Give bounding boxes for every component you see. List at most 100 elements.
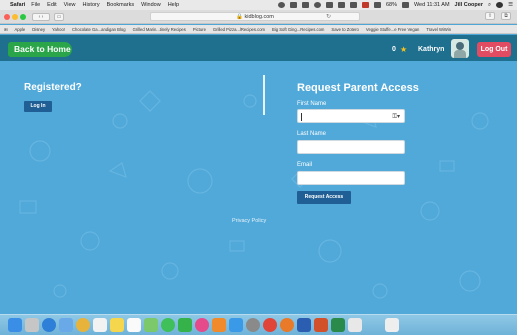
email-label: Email — [297, 162, 313, 168]
user-menu[interactable]: Jill Cooper — [455, 2, 483, 8]
maps-icon[interactable] — [144, 318, 158, 332]
zoom-window-button[interactable] — [20, 13, 26, 20]
safari-icon[interactable] — [42, 318, 56, 332]
messages-icon[interactable] — [161, 318, 175, 332]
avatar-head — [456, 42, 464, 50]
back-forward-buttons[interactable]: ‹ › — [32, 12, 50, 21]
site-header: Back to Home 0 ★ Kathryn Log Out — [0, 35, 517, 61]
finder-icon[interactable] — [8, 318, 22, 332]
menu-view[interactable]: View — [64, 2, 76, 8]
request-parent-access-heading: Request Parent Access — [297, 82, 419, 94]
bookmark-item[interactable]: Apple — [15, 27, 26, 32]
reminders-icon[interactable] — [127, 318, 141, 332]
tabs-overview-icon[interactable]: ⧉ — [501, 12, 511, 20]
trash-icon[interactable] — [385, 318, 399, 332]
chrome-icon[interactable] — [263, 318, 277, 332]
first-name-field[interactable]: ⚿▾ — [297, 109, 405, 123]
bookmarks-grid-icon[interactable]: ⊞ — [4, 27, 8, 32]
main-content: Registered? Log In Request Parent Access… — [0, 61, 517, 314]
app-store-icon[interactable] — [229, 318, 243, 332]
background-pattern — [19, 90, 489, 299]
lock-icon: 🔒 — [236, 14, 243, 20]
photos-icon[interactable] — [76, 318, 90, 332]
bookmark-item[interactable]: Chocolate Ga...andigan Blog — [72, 27, 126, 32]
system-preferences-icon[interactable] — [246, 318, 260, 332]
minimize-window-button[interactable] — [12, 13, 18, 20]
privacy-policy-link[interactable]: Privacy Policy — [232, 218, 266, 224]
powerpoint-icon[interactable] — [314, 318, 328, 332]
status-app-icon[interactable] — [301, 2, 309, 8]
preview-icon[interactable] — [348, 318, 362, 332]
volume-icon[interactable] — [373, 2, 381, 8]
star-icon: ★ — [400, 45, 408, 54]
flag-icon[interactable] — [361, 2, 369, 8]
wifi-icon[interactable] — [349, 2, 357, 8]
password-key-icon[interactable]: ⚿▾ — [392, 113, 400, 121]
itunes-icon[interactable] — [195, 318, 209, 332]
bookmark-item[interactable]: Grilled Pizza...lRecipes.com — [213, 27, 265, 32]
bookmark-item[interactable]: Big Soft Ging...Recipes.com — [272, 27, 324, 32]
avatar[interactable] — [451, 39, 469, 58]
word-icon[interactable] — [297, 318, 311, 332]
request-access-button[interactable]: Request Access — [297, 191, 351, 204]
registered-heading: Registered? — [24, 82, 82, 93]
firefox-icon[interactable] — [280, 318, 294, 332]
reload-icon[interactable]: ↻ — [326, 13, 331, 21]
menu-edit[interactable]: Edit — [47, 2, 56, 8]
email-field[interactable] — [297, 171, 405, 185]
menu-bookmarks[interactable]: Bookmarks — [107, 2, 135, 8]
notification-center-icon[interactable]: ☰ — [508, 2, 513, 8]
bookmark-item[interactable]: Disney — [32, 27, 45, 32]
menu-window[interactable]: Window — [141, 2, 161, 8]
avatar-body — [454, 50, 466, 58]
points-count: 0 — [392, 46, 396, 53]
text-caret — [301, 113, 302, 121]
ibooks-icon[interactable] — [212, 318, 226, 332]
launchpad-icon[interactable] — [25, 318, 39, 332]
mail-icon[interactable] — [59, 318, 73, 332]
browser-toolbar: ‹ › ▭ 🔒 kidblog.com ↻ ⇪ ⧉ — [0, 10, 517, 24]
menu-help[interactable]: Help — [168, 2, 179, 8]
log-in-button[interactable]: Log In — [24, 101, 52, 112]
battery-icon[interactable] — [401, 2, 409, 8]
calendar-icon[interactable] — [93, 318, 107, 332]
battery-percent[interactable]: 68% — [386, 2, 397, 8]
bookmark-item[interactable]: Picture — [193, 27, 206, 32]
status-app-icon[interactable] — [313, 2, 321, 8]
excel-icon[interactable] — [331, 318, 345, 332]
bookmark-item[interactable]: Yahoo! — [52, 27, 65, 32]
back-to-home-button[interactable]: Back to Home — [8, 42, 72, 57]
share-icon[interactable]: ⇪ — [485, 12, 495, 20]
dock — [0, 314, 517, 335]
sidebar-toggle-icon[interactable]: ▭ — [54, 12, 64, 21]
facetime-icon[interactable] — [178, 318, 192, 332]
first-name-label: First Name — [297, 101, 327, 107]
menu-app-name[interactable]: Safari — [10, 2, 25, 8]
notes-icon[interactable] — [110, 318, 124, 332]
toolbar-right: ⇪ ⧉ — [485, 12, 511, 20]
last-name-label: Last Name — [297, 131, 327, 137]
menu-file[interactable]: File — [31, 2, 40, 8]
address-url: kidblog.com — [244, 14, 274, 20]
siri-icon[interactable] — [496, 2, 504, 8]
status-app-icon[interactable] — [289, 2, 297, 8]
section-divider — [263, 75, 265, 115]
last-name-field[interactable] — [297, 140, 405, 154]
clock[interactable]: Wed 11:31 AM — [414, 2, 450, 8]
username[interactable]: Kathryn — [418, 46, 444, 53]
bookmark-item[interactable]: Save to Zotero — [331, 27, 358, 32]
menubar: Safari File Edit View History Bookmarks … — [0, 0, 517, 10]
spotlight-icon[interactable]: ⌕ — [488, 2, 491, 9]
menu-history[interactable]: History — [82, 2, 99, 8]
log-out-button[interactable]: Log Out — [477, 42, 511, 57]
display-icon[interactable] — [325, 2, 333, 8]
close-window-button[interactable] — [4, 13, 10, 20]
bookmark-item[interactable]: Travel WiWin — [426, 27, 451, 32]
bluetooth-icon[interactable] — [337, 2, 345, 8]
bookmarks-bar: ⊞ Apple Disney Yahoo! Chocolate Ga...and… — [0, 25, 517, 34]
status-app-icon[interactable] — [277, 2, 285, 8]
bookmark-item[interactable]: Grilled Marin...tinely Recipes — [133, 27, 186, 32]
bookmark-item[interactable]: Veggie Stuffe...e Free Vegan — [366, 27, 419, 32]
address-bar[interactable]: 🔒 kidblog.com ↻ — [150, 12, 360, 21]
menubar-status-area: 68% Wed 11:31 AM Jill Cooper ⌕ ☰ — [277, 2, 513, 9]
